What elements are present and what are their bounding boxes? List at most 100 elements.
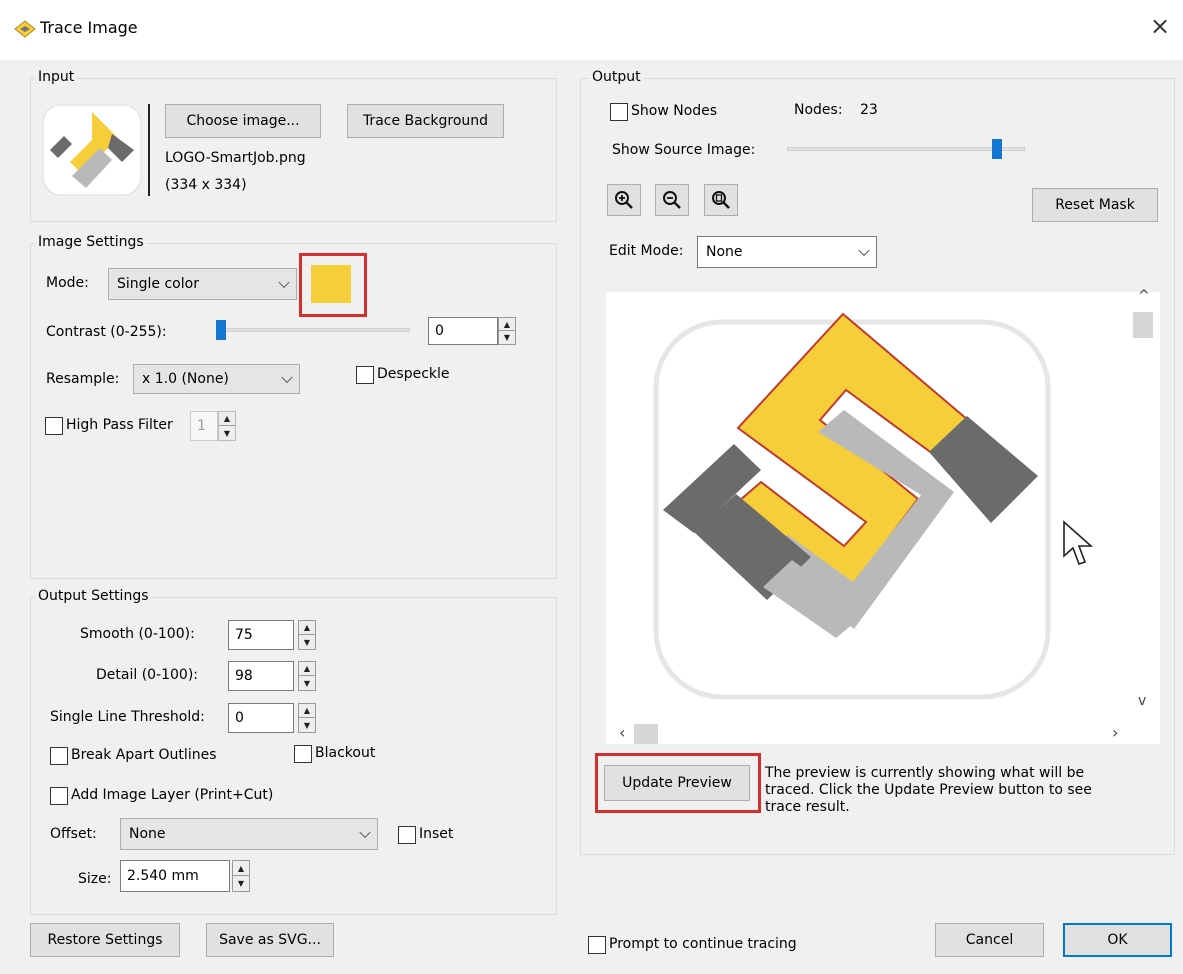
despeckle-checkbox[interactable]	[356, 366, 374, 384]
scroll-down-icon[interactable]: v	[1138, 693, 1146, 709]
chevron-down-icon	[281, 371, 293, 384]
vertical-scrollbar[interactable]	[1132, 292, 1156, 722]
trace-background-button[interactable]: Trace Background	[347, 104, 504, 138]
stepper-down-icon[interactable]: ▼	[299, 635, 315, 649]
detail-field[interactable]: 98	[228, 661, 294, 691]
stepper-up-icon[interactable]: ▲	[299, 704, 315, 718]
smooth-label: Smooth (0-100):	[80, 626, 195, 642]
zoom-in-icon	[615, 191, 633, 209]
offset-value: None	[129, 826, 166, 842]
output-settings-legend: Output Settings	[35, 588, 152, 604]
zoom-fit-button[interactable]	[704, 184, 738, 216]
stepper-down-icon: ▼	[223, 428, 231, 438]
high-pass-stepper: ▲ ▼	[218, 411, 236, 441]
horizontal-scrollbar[interactable]	[606, 722, 1132, 744]
title-bar	[0, 0, 1183, 60]
contrast-slider-thumb[interactable]	[216, 320, 226, 340]
break-apart-checkbox[interactable]	[50, 747, 68, 765]
choose-image-button[interactable]: Choose image...	[165, 104, 321, 138]
single-line-threshold-stepper[interactable]: ▲ ▼	[298, 703, 316, 733]
thumbnail-divider	[148, 104, 150, 196]
horizontal-scroll-thumb[interactable]	[634, 724, 658, 744]
highlight-color-swatch	[299, 253, 367, 317]
show-nodes-label: Show Nodes	[631, 103, 718, 119]
mode-label: Mode:	[46, 275, 89, 291]
trace-image-dialog: Trace Image × Input Choose image... Trac…	[0, 0, 1183, 974]
zoom-out-icon	[663, 191, 681, 209]
edit-mode-label: Edit Mode:	[609, 243, 684, 259]
smooth-field[interactable]: 75	[228, 620, 294, 650]
chevron-down-icon	[858, 244, 870, 257]
highlight-update-preview	[595, 753, 761, 813]
offset-select[interactable]: None	[120, 818, 378, 850]
vertical-scroll-thumb[interactable]	[1133, 312, 1153, 338]
source-opacity-slider-track[interactable]	[787, 147, 1025, 151]
blackout-checkbox[interactable]	[294, 745, 312, 763]
chevron-down-icon	[359, 826, 371, 839]
image-settings-legend: Image Settings	[35, 234, 147, 250]
detail-label: Detail (0-100):	[96, 667, 199, 683]
high-pass-filter-label: High Pass Filter	[66, 417, 173, 433]
scroll-right-icon[interactable]: ›	[1112, 723, 1118, 742]
inset-label: Inset	[419, 826, 454, 842]
input-legend: Input	[35, 69, 78, 85]
single-line-threshold-label: Single Line Threshold:	[50, 709, 205, 725]
zoom-fit-icon	[712, 191, 730, 209]
high-pass-field: 1	[190, 411, 218, 441]
preview-hint-text: The preview is currently showing what wi…	[765, 765, 1092, 815]
zoom-out-button[interactable]	[655, 184, 689, 216]
add-image-layer-label: Add Image Layer (Print+Cut)	[71, 787, 274, 803]
mode-select[interactable]: Single color	[108, 268, 297, 300]
close-icon[interactable]: ×	[1150, 12, 1170, 40]
scroll-left-icon[interactable]: ‹	[619, 723, 625, 742]
size-label: Size:	[78, 871, 112, 887]
stepper-up-icon[interactable]: ▲	[499, 318, 515, 331]
nodes-count: 23	[860, 102, 878, 118]
zoom-in-button[interactable]	[607, 184, 641, 216]
contrast-slider-track[interactable]	[216, 328, 410, 332]
contrast-stepper[interactable]: ▲ ▼	[498, 317, 516, 345]
stepper-down-icon[interactable]: ▼	[499, 331, 515, 344]
mouse-cursor-icon	[1063, 520, 1094, 566]
edit-mode-select[interactable]: None	[697, 236, 877, 268]
offset-label: Offset:	[50, 826, 97, 842]
chevron-down-icon	[278, 276, 290, 289]
output-legend: Output	[589, 69, 644, 85]
image-filename: LOGO-SmartJob.png	[165, 150, 306, 166]
scroll-up-icon[interactable]: ^	[1138, 288, 1150, 304]
nodes-label: Nodes:	[794, 102, 843, 118]
show-nodes-checkbox[interactable]	[610, 103, 628, 121]
contrast-field[interactable]: 0	[428, 317, 498, 345]
inset-checkbox[interactable]	[398, 826, 416, 844]
ok-button[interactable]: OK	[1063, 923, 1172, 957]
stepper-up-icon[interactable]: ▲	[233, 861, 249, 876]
stepper-up-icon[interactable]: ▲	[299, 621, 315, 635]
restore-settings-button[interactable]: Restore Settings	[30, 923, 180, 957]
smooth-stepper[interactable]: ▲ ▼	[298, 620, 316, 650]
stepper-up-icon[interactable]: ▲	[299, 662, 315, 676]
trace-app-icon	[14, 20, 36, 38]
add-image-layer-checkbox[interactable]	[50, 787, 68, 805]
reset-mask-button[interactable]: Reset Mask	[1032, 188, 1158, 222]
size-stepper[interactable]: ▲ ▼	[232, 860, 250, 892]
stepper-down-icon[interactable]: ▼	[233, 876, 249, 891]
resample-label: Resample:	[46, 371, 120, 387]
resample-select[interactable]: x 1.0 (None)	[133, 364, 300, 394]
stepper-up-icon: ▲	[219, 412, 235, 426]
input-thumbnail	[42, 104, 142, 196]
source-opacity-slider-thumb[interactable]	[992, 139, 1003, 159]
stepper-down-icon[interactable]: ▼	[299, 718, 315, 732]
show-source-image-label: Show Source Image:	[612, 142, 756, 158]
save-as-svg-button[interactable]: Save as SVG...	[206, 923, 334, 957]
prompt-continue-checkbox[interactable]	[588, 936, 606, 954]
single-line-threshold-field[interactable]: 0	[228, 703, 294, 733]
window-title: Trace Image	[40, 18, 138, 37]
detail-stepper[interactable]: ▲ ▼	[298, 661, 316, 691]
preview-image	[653, 312, 1051, 700]
cancel-button[interactable]: Cancel	[935, 923, 1044, 957]
mode-value: Single color	[117, 276, 199, 292]
size-field[interactable]: 2.540 mm	[120, 860, 230, 892]
high-pass-filter-checkbox[interactable]	[45, 417, 63, 435]
break-apart-label: Break Apart Outlines	[71, 747, 217, 763]
stepper-down-icon[interactable]: ▼	[299, 676, 315, 690]
